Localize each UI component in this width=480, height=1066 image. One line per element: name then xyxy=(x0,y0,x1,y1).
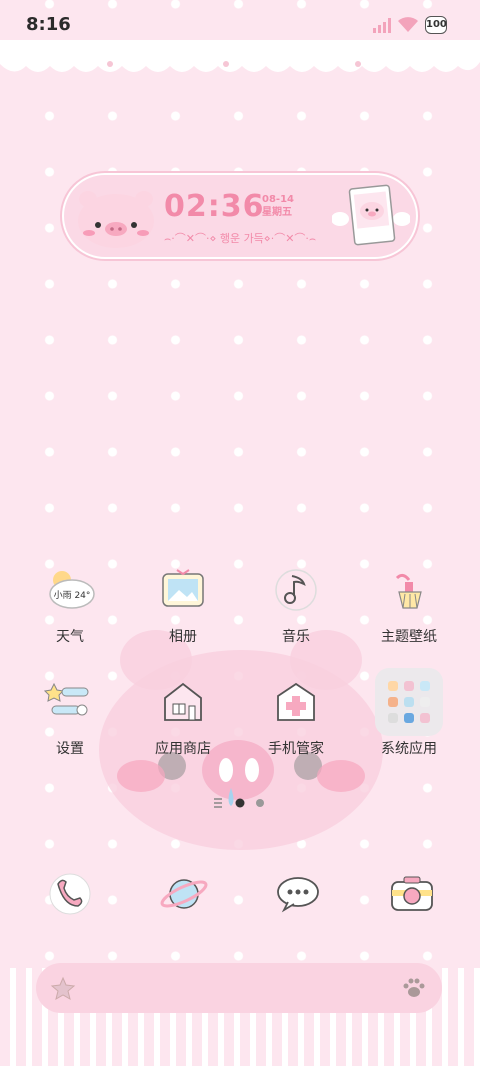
app-label: 相册 xyxy=(169,629,197,645)
app-music[interactable]: 音乐 xyxy=(246,564,346,646)
app-store[interactable]: 应用商店 xyxy=(133,676,233,758)
camera-icon[interactable] xyxy=(386,868,438,920)
app-label: 主题壁纸 xyxy=(381,629,437,645)
star-icon xyxy=(50,976,76,1001)
paw-icon[interactable] xyxy=(402,977,426,999)
cellular-signal-icon xyxy=(373,18,391,33)
phone-manager-icon xyxy=(277,682,315,721)
music-icon xyxy=(275,569,317,611)
page-dot xyxy=(256,799,264,807)
app-label: 天气 xyxy=(56,629,84,645)
lace-border xyxy=(0,40,480,72)
wifi-icon xyxy=(398,17,418,32)
theme-wallpaper-icon xyxy=(395,573,422,609)
app-weather[interactable]: 小雨 24° 天气 xyxy=(20,564,120,646)
widget-date: 08-14 xyxy=(262,194,294,205)
battery-icon: 100 xyxy=(425,16,447,34)
system-apps-folder-icon xyxy=(375,668,443,736)
app-settings[interactable]: 设置 xyxy=(20,676,120,758)
menu-lines-icon xyxy=(214,798,222,808)
app-system-apps-folder[interactable]: 系统应用 xyxy=(359,668,459,758)
weather-icon: 小雨 24° xyxy=(49,571,95,609)
search-bar[interactable] xyxy=(36,963,442,1013)
clock-widget[interactable]: 02:36 08-14 星期五 ⌢·⌒✕⌒·⋄ 행운 가득⋄·⌒✕⌒·⌢ xyxy=(62,173,418,259)
photo-album-icon xyxy=(162,569,204,607)
phone-icon[interactable] xyxy=(44,868,96,920)
app-store-icon xyxy=(164,682,202,721)
settings-icon xyxy=(44,682,89,716)
app-phone-manager[interactable]: 手机管家 xyxy=(246,676,346,758)
app-label: 设置 xyxy=(56,741,84,757)
widget-date-block: 08-14 星期五 xyxy=(262,193,294,219)
app-theme-wallpaper[interactable]: 主题壁纸 xyxy=(359,564,459,646)
app-photo-album[interactable]: 相册 xyxy=(133,564,233,646)
widget-message: ⌢·⌒✕⌒·⋄ 행운 가득⋄·⌒✕⌒·⌢ xyxy=(164,232,317,245)
page-indicator[interactable] xyxy=(212,796,272,810)
weather-badge: 小雨 24° xyxy=(54,590,91,601)
app-label: 手机管家 xyxy=(268,741,324,757)
pig-face-icon xyxy=(78,191,154,248)
pig-polaroid-icon xyxy=(332,184,410,246)
app-label: 音乐 xyxy=(282,629,310,645)
browser-planet-icon[interactable] xyxy=(158,868,210,920)
widget-time: 02:36 xyxy=(164,189,265,224)
app-label: 系统应用 xyxy=(381,741,437,757)
widget-weekday: 星期五 xyxy=(262,207,292,218)
status-time: 8:16 xyxy=(26,14,71,35)
page-dot-active xyxy=(235,798,245,808)
messages-icon[interactable] xyxy=(272,868,324,920)
app-label: 应用商店 xyxy=(155,741,211,757)
